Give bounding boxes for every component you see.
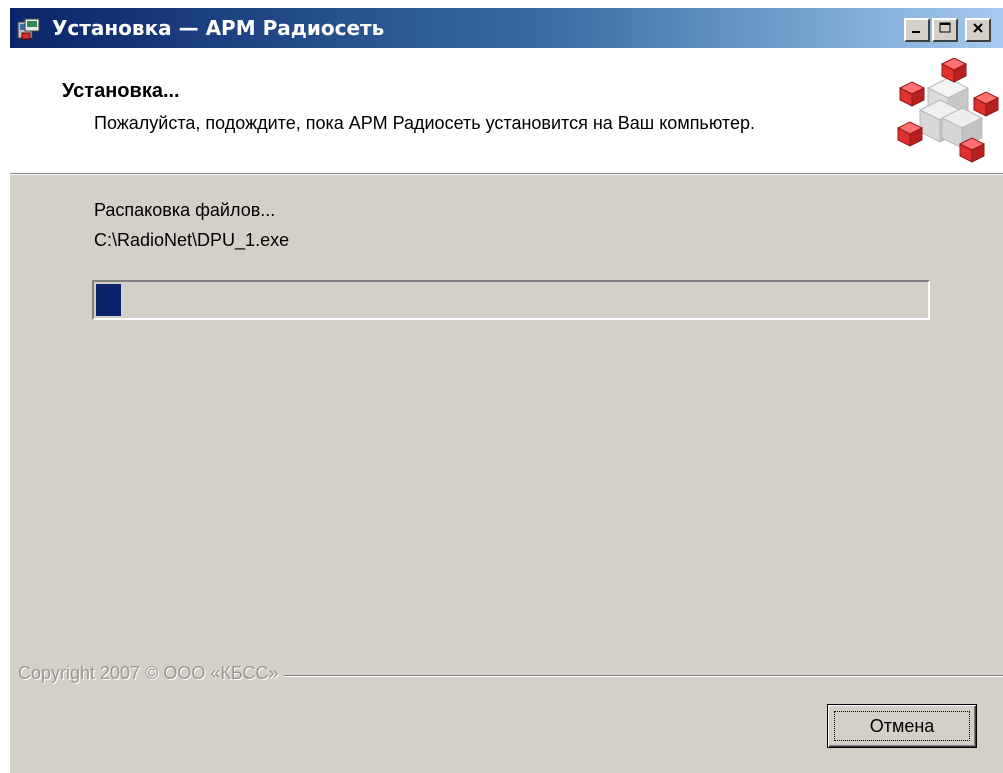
installer-app-icon[interactable]	[16, 16, 42, 42]
current-file-path: C:\RadioNet\DPU_1.exe	[94, 230, 290, 250]
close-button[interactable]	[965, 18, 991, 42]
cubes-graphic	[890, 57, 1000, 166]
maximize-icon	[938, 21, 952, 40]
progress-bar	[92, 280, 930, 320]
copyright-text: Copyright 2007 © ООО «КБСС»	[18, 663, 285, 684]
status-label: Распаковка файлов...	[94, 200, 276, 220]
minimize-icon	[910, 21, 924, 40]
maximize-button[interactable]	[932, 18, 958, 42]
minimize-button[interactable]	[904, 18, 930, 42]
cancel-button[interactable]: Отмена	[827, 704, 977, 748]
installer-window: Установка — АРМ Радиосеть Установка... П…	[10, 8, 1003, 773]
page-title: Установка...	[62, 80, 180, 102]
close-icon	[971, 21, 985, 40]
window-title: Установка — АРМ Радиосеть	[52, 16, 385, 40]
title-bar[interactable]: Установка — АРМ Радиосеть	[10, 8, 1003, 48]
wizard-header: Установка... Пожалуйста, подождите, пока…	[10, 48, 1003, 174]
cancel-button-label: Отмена	[834, 711, 970, 741]
page-description: Пожалуйста, подождите, пока АРМ Радиосет…	[94, 113, 755, 133]
progress-fill	[96, 284, 121, 316]
